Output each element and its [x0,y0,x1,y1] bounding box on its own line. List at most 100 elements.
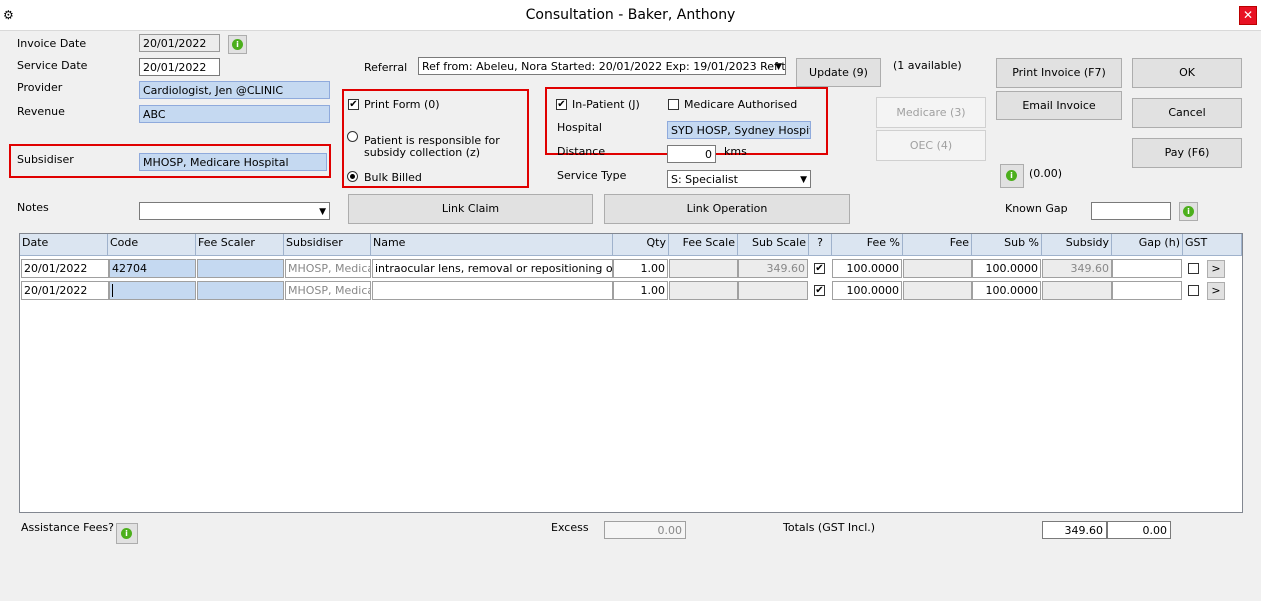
service-date-label: Service Date [17,59,88,72]
col-sub-pct[interactable]: Sub % [972,234,1042,256]
excess-field[interactable]: 0.00 [604,521,686,539]
row2-expand-button[interactable]: > [1207,282,1225,300]
col-fee-pct[interactable]: Fee % [832,234,903,256]
row2-code[interactable] [109,281,196,300]
service-type-label: Service Type [557,169,627,182]
row2-gst-checkbox[interactable] [1188,285,1199,296]
subsidiser-label: Subsidiser [17,153,74,166]
balance-info-button[interactable]: i [1000,164,1024,188]
row2-fee-pct[interactable]: 100.0000 [832,281,902,300]
provider-label: Provider [17,81,63,94]
col-gst[interactable]: GST [1183,234,1242,256]
col-fee[interactable]: Fee [903,234,972,256]
col-gap[interactable]: Gap (h) [1112,234,1183,256]
subsidiser-field[interactable]: MHOSP, Medicare Hospital [139,153,327,171]
cancel-button[interactable]: Cancel [1132,98,1242,128]
col-fee-scaler[interactable]: Fee Scaler [196,234,284,256]
row2-subsidiser[interactable]: MHOSP, Medicar [285,281,371,300]
window-title: Consultation - Baker, Anthony [525,7,736,23]
row1-fee [903,259,972,278]
row2-date[interactable]: 20/01/2022 [21,281,109,300]
known-gap-label: Known Gap [1005,202,1068,215]
medicare-authorised-label: Medicare Authorised [684,98,798,111]
row2-fee [903,281,972,300]
row1-date[interactable]: 20/01/2022 [21,259,109,278]
in-patient-label: In-Patient (J) [572,98,640,111]
print-form-checkbox[interactable]: ✔ [348,99,359,110]
row1-sub-scale: 349.60 [738,259,808,278]
known-gap-info-button[interactable]: i [1179,202,1198,221]
row1-gst-checkbox[interactable] [1188,263,1199,274]
print-form-label: Print Form (0) [364,98,440,111]
oec-button[interactable]: OEC (4) [876,130,986,161]
row2-name[interactable] [372,281,613,300]
assistance-fees-info-button[interactable]: i [116,523,138,544]
info-icon: i [1183,206,1194,217]
row1-expand-button[interactable]: > [1207,260,1225,278]
link-operation-button[interactable]: Link Operation [604,194,850,224]
row2-qty[interactable]: 1.00 [613,281,668,300]
col-question[interactable]: ? [809,234,832,256]
row1-gap[interactable] [1112,259,1182,278]
balance-value: (0.00) [1029,167,1063,180]
hospital-field[interactable]: SYD HOSP, Sydney Hospital [667,121,811,139]
col-code[interactable]: Code [108,234,196,256]
col-name[interactable]: Name [371,234,613,256]
print-invoice-button[interactable]: Print Invoice (F7) [996,58,1122,88]
col-qty[interactable]: Qty [613,234,669,256]
col-date[interactable]: Date [20,234,108,256]
invoice-info-button[interactable]: i [228,35,247,54]
col-sub-scale[interactable]: Sub Scale [738,234,809,256]
known-gap-field[interactable] [1091,202,1171,220]
medicare-authorised-checkbox[interactable] [668,99,679,110]
row2-sub-scale [738,281,808,300]
chevron-down-icon: ▼ [775,62,782,72]
email-invoice-button[interactable]: Email Invoice [996,91,1122,120]
row1-fee-pct[interactable]: 100.0000 [832,259,902,278]
link-claim-button[interactable]: Link Claim [348,194,593,224]
medicare-button[interactable]: Medicare (3) [876,97,986,128]
row2-fee-scaler[interactable] [197,281,284,300]
row1-qty[interactable]: 1.00 [613,259,668,278]
assistance-fees-label: Assistance Fees? [21,521,114,534]
row2-code-caret [112,284,113,297]
row1-fee-scaler[interactable] [197,259,284,278]
info-icon: i [121,528,132,539]
invoice-items-grid: Date Code Fee Scaler Subsidiser Name Qty… [19,233,1243,513]
col-subsidy[interactable]: Subsidy [1042,234,1112,256]
patient-responsible-radio[interactable] [347,131,358,142]
referral-value: Ref from: Abeleu, Nora Started: 20/01/20… [422,60,786,73]
close-button[interactable]: ✕ [1239,6,1257,25]
invoice-date-field[interactable]: 20/01/2022 [139,34,220,52]
row1-question-checkbox[interactable]: ✔ [814,263,825,274]
update-button[interactable]: Update (9) [796,58,881,87]
in-patient-checkbox[interactable]: ✔ [556,99,567,110]
pay-button[interactable]: Pay (F6) [1132,138,1242,168]
service-type-dropdown[interactable]: S: Specialist ▼ [667,170,811,188]
col-fee-scale[interactable]: Fee Scale [669,234,738,256]
row2-sub-pct[interactable]: 100.0000 [972,281,1041,300]
notes-dropdown[interactable]: ▼ [139,202,330,220]
row2-fee-scale [669,281,738,300]
revenue-field[interactable]: ABC [139,105,330,123]
available-count: (1 available) [893,59,962,72]
service-date-field[interactable]: 20/01/2022 [139,58,220,76]
row1-code[interactable]: 42704 [109,259,196,278]
col-subsidiser[interactable]: Subsidiser [284,234,371,256]
row1-name[interactable]: intraocular lens, removal or repositioni… [372,259,613,278]
ok-button[interactable]: OK [1132,58,1242,88]
row1-subsidiser[interactable]: MHOSP, Medicar [285,259,371,278]
distance-unit: kms [724,145,747,158]
provider-field[interactable]: Cardiologist, Jen @CLINIC [139,81,330,99]
info-icon: i [1006,170,1017,181]
distance-field[interactable]: 0 [667,145,716,163]
row2-question-checkbox[interactable]: ✔ [814,285,825,296]
referral-dropdown[interactable]: Ref from: Abeleu, Nora Started: 20/01/20… [418,57,786,75]
row1-sub-pct[interactable]: 100.0000 [972,259,1041,278]
row2-gap[interactable] [1112,281,1182,300]
referral-label: Referral [364,61,408,74]
totals-label: Totals (GST Incl.) [783,521,876,534]
bulk-billed-radio[interactable] [347,171,358,182]
invoice-date-label: Invoice Date [17,37,87,50]
row1-subsidy: 349.60 [1042,259,1112,278]
